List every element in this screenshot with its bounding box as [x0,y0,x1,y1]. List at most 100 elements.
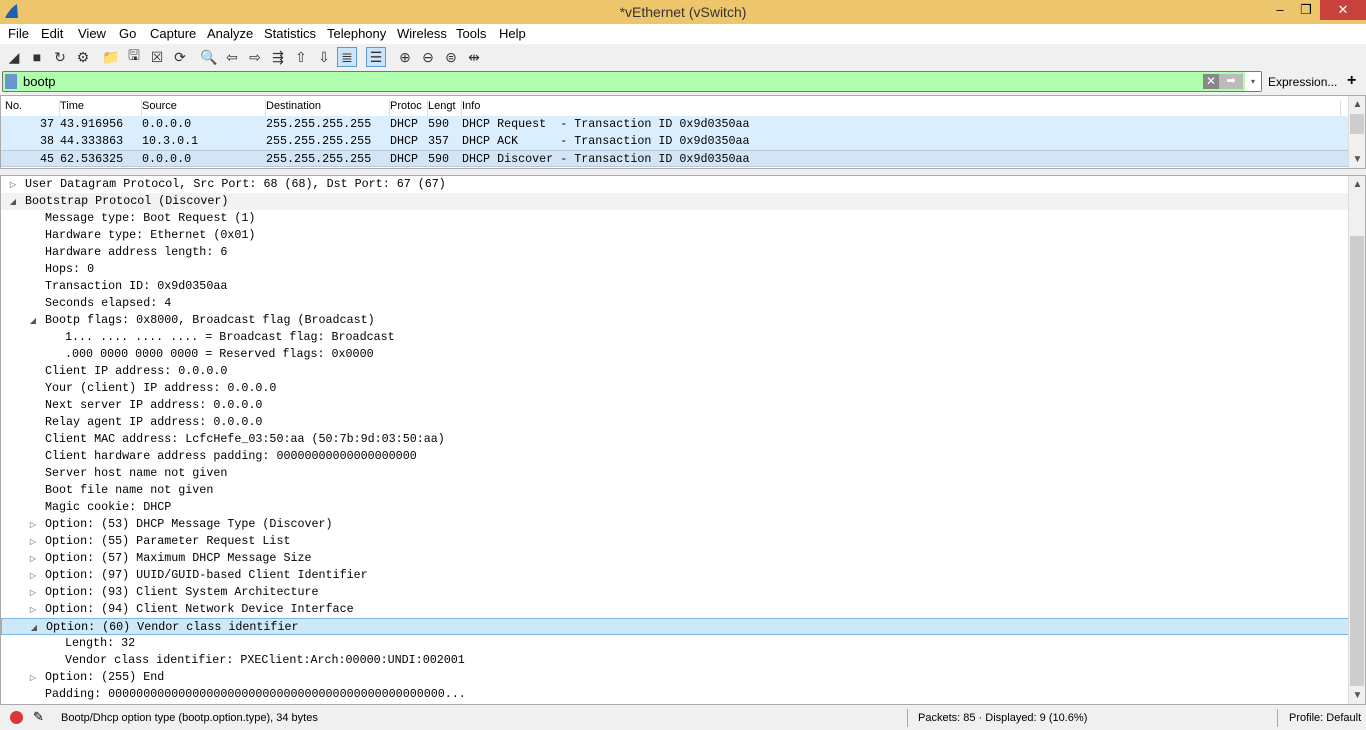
collapsed-arrow-icon[interactable]: ▷ [28,584,38,601]
column-header-protocol[interactable]: Protoc [390,100,428,116]
collapsed-arrow-icon[interactable]: ▷ [28,669,38,686]
tree-item[interactable]: ▷ Option: (57) Maximum DHCP Message Size [1,550,1349,567]
open-file-button[interactable]: 📁 [101,47,121,67]
add-filter-button[interactable]: + [1347,72,1356,90]
scroll-up-icon[interactable]: ▲ [1349,176,1365,193]
tree-item[interactable]: ◢ Bootstrap Protocol (Discover) [1,193,1349,210]
tree-item[interactable]: ▷ Option: (53) DHCP Message Type (Discove… [1,516,1349,533]
tree-item[interactable]: ▷ Option: (55) Parameter Request List [1,533,1349,550]
tree-item[interactable]: ▷ Option: (93) Client System Architecture [1,584,1349,601]
restart-button[interactable]: ↻ [50,47,70,67]
collapsed-arrow-icon[interactable]: ▷ [28,567,38,584]
tree-item[interactable]: Boot file name not given [1,482,1349,499]
column-header-time[interactable]: Time [60,100,142,116]
scroll-thumb[interactable] [1350,236,1364,686]
zoom-normal-button[interactable]: ⊜ [441,47,461,67]
tree-item[interactable]: Message type: Boot Request (1) [1,210,1349,227]
zoom-in-button[interactable]: ⊕ [395,47,415,67]
filter-history-dropdown[interactable]: ▾ [1245,72,1261,91]
tree-item[interactable]: Your (client) IP address: 0.0.0.0 [1,380,1349,397]
collapsed-arrow-icon[interactable]: ▷ [8,176,18,193]
collapsed-arrow-icon[interactable]: ▷ [28,516,38,533]
expanded-arrow-icon[interactable]: ◢ [28,312,38,329]
tree-item[interactable]: Seconds elapsed: 4 [1,295,1349,312]
tree-item[interactable]: ▷ User Datagram Protocol, Src Port: 68 (6… [1,176,1349,193]
menu-statistics[interactable]: Statistics [264,26,316,41]
tree-item[interactable]: .000 0000 0000 0000 = Reserved flags: 0x… [1,346,1349,363]
scroll-down-icon[interactable]: ▼ [1349,151,1366,168]
colorize-button[interactable]: ☰ [366,47,386,67]
tree-item[interactable]: Vendor class identifier: PXEClient:Arch:… [1,652,1349,669]
packet-row[interactable]: 45 62.536325 0.0.0.0 255.255.255.255 DHCP 590… [1,150,1349,167]
bookmark-icon[interactable] [5,74,17,89]
expanded-arrow-icon[interactable]: ◢ [8,193,18,210]
restore-button[interactable]: ❐ [1292,0,1320,20]
tree-item[interactable]: ▷ Option: (94) Client Network Device Inte… [1,601,1349,618]
go-forward-button[interactable]: ⇨ [245,47,265,67]
tree-item[interactable]: ◢ Bootp flags: 0x8000, Broadcast flag (Br… [1,312,1349,329]
reload-button[interactable]: ⟳ [170,47,190,67]
tree-item[interactable]: Next server IP address: 0.0.0.0 [1,397,1349,414]
menu-telephony[interactable]: Telephony [327,26,386,41]
stop-button[interactable]: ■ [27,47,47,67]
expression-button[interactable]: Expression... [1268,75,1337,89]
menu-edit[interactable]: Edit [41,26,63,41]
profile-selector[interactable]: Profile: Default [1289,712,1361,724]
packet-list-scrollbar[interactable]: ▲ ▼ [1348,96,1365,168]
menu-help[interactable]: Help [499,26,526,41]
collapsed-arrow-icon[interactable]: ▷ [28,601,38,618]
scroll-down-icon[interactable]: ▼ [1349,687,1365,704]
capture-comment-icon[interactable]: ✎ [33,709,44,725]
tree-item[interactable]: Magic cookie: DHCP [1,499,1349,516]
scroll-up-icon[interactable]: ▲ [1349,96,1366,113]
details-scrollbar[interactable]: ▲ ▼ [1348,176,1365,704]
menu-capture[interactable]: Capture [150,26,196,41]
capture-options-button[interactable]: ⚙ [73,47,93,67]
column-header-info[interactable]: Info [462,100,1341,116]
save-file-button[interactable]: 🖫 [124,47,144,67]
collapsed-arrow-icon[interactable]: ▷ [28,550,38,567]
minimize-button[interactable]: ‒ [1266,0,1294,20]
tree-item[interactable]: ◢ Option: (60) Vendor class identifier [1,618,1349,635]
tree-item[interactable]: Transaction ID: 0x9d0350aa [1,278,1349,295]
scroll-thumb[interactable] [1350,114,1364,134]
go-to-packet-button[interactable]: ⇶ [268,47,288,67]
close-button[interactable]: ✕ [1320,0,1366,20]
last-packet-button[interactable]: ⇩ [314,47,334,67]
tree-item[interactable]: Hardware type: Ethernet (0x01) [1,227,1349,244]
go-back-button[interactable]: ⇦ [222,47,242,67]
tree-item[interactable]: Padding: 0000000000000000000000000000000… [1,686,1349,703]
tree-item[interactable]: Client IP address: 0.0.0.0 [1,363,1349,380]
column-header-destination[interactable]: Destination [266,100,390,116]
apply-filter-button[interactable]: ➡ [1219,74,1243,89]
packet-row[interactable]: 37 43.916956 0.0.0.0 255.255.255.255 DHCP 590… [1,116,1349,133]
shark-fin-start-button[interactable]: ◢ [4,47,24,67]
zoom-out-button[interactable]: ⊖ [418,47,438,67]
close-file-button[interactable]: ☒ [147,47,167,67]
column-header-no[interactable]: No. [5,100,60,116]
tree-item[interactable]: ▷ Option: (97) UUID/GUID-based Client Ide… [1,567,1349,584]
tree-item[interactable]: Client MAC address: LcfcHefe_03:50:aa (5… [1,431,1349,448]
find-packet-button[interactable]: 🔍 [199,47,219,67]
expanded-arrow-icon[interactable]: ◢ [29,619,39,636]
auto-scroll-button[interactable]: ≣ [337,47,357,67]
expert-info-icon[interactable] [10,711,23,724]
clear-filter-button[interactable]: ✕ [1203,74,1219,89]
tree-item[interactable]: Client hardware address padding: 0000000… [1,448,1349,465]
menu-file[interactable]: File [8,26,29,41]
tree-item[interactable]: Relay agent IP address: 0.0.0.0 [1,414,1349,431]
menu-go[interactable]: Go [119,26,136,41]
packet-row[interactable]: 38 44.333863 10.3.0.1 255.255.255.255 DHCP 35… [1,133,1349,150]
tree-item[interactable]: ▷ Option: (255) End [1,669,1349,686]
collapsed-arrow-icon[interactable]: ▷ [28,533,38,550]
menu-view[interactable]: View [78,26,106,41]
tree-item[interactable]: Length: 32 [1,635,1349,652]
display-filter-input[interactable] [23,74,1173,89]
column-header-length[interactable]: Lengt [428,100,462,116]
tree-item[interactable]: Hops: 0 [1,261,1349,278]
tree-item[interactable]: 1... .... .... .... = Broadcast flag: Br… [1,329,1349,346]
column-header-source[interactable]: Source [142,100,266,116]
resize-columns-button[interactable]: ⇹ [464,47,484,67]
tree-item[interactable]: Hardware address length: 6 [1,244,1349,261]
menu-analyze[interactable]: Analyze [207,26,253,41]
